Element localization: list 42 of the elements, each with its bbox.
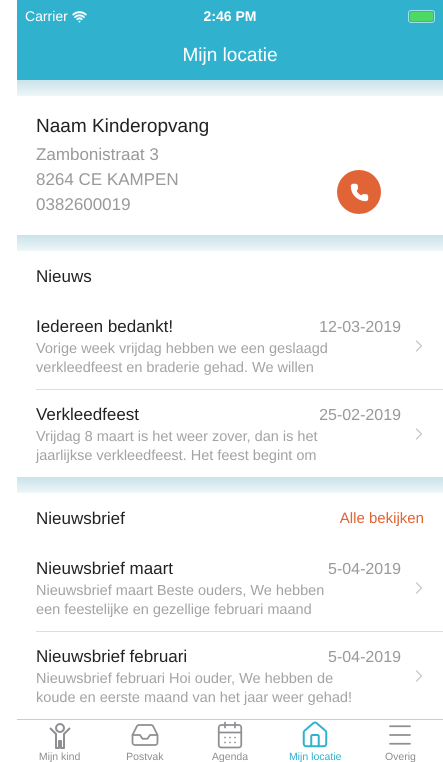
news-snippet: verkleedfeest en braderie gehad. We willen — [36, 359, 315, 378]
news-date: 5-04-2019 — [328, 648, 401, 668]
tab-item[interactable]: Mijn locatie — [272, 720, 358, 762]
news-item[interactable]: Iedereen bedankt! 12-03-2019 Vorige week vrijdag hebben we een geslaagd verkleedfeest en braderie gehad. We willen — [36, 303, 443, 390]
child-figure-icon — [46, 722, 73, 750]
address-line: 0382600019 — [36, 194, 131, 216]
tab-item[interactable]: Mijn kind — [17, 720, 102, 762]
news-snippet: Vorige week vrijdag hebben we een geslaagd — [36, 340, 329, 359]
status-time: 2:46 PM — [204, 6, 256, 26]
news-title: Nieuwsbrief maart — [36, 558, 173, 580]
news-item[interactable]: Nieuwsbrief maart 5-04-2019 Nieuwsbrief maart Beste ouders, We hebben een feestelijke en gezellige februari maand — [36, 545, 443, 632]
news-snippet: een feestelijke en gezellige februari maand — [36, 601, 313, 620]
tab-item[interactable]: Postvak — [102, 720, 188, 762]
page-title: Mijn locatie — [182, 44, 278, 68]
call-button[interactable] — [337, 170, 381, 214]
section-title: Nieuws — [36, 266, 92, 288]
carrier-label: Carrier — [25, 6, 68, 26]
news-title: Verkleedfeest — [36, 404, 140, 426]
news-snippet: Vrijdag 8 maart is het weer zover, dan is het — [36, 428, 319, 446]
tab-item[interactable]: Overig — [358, 720, 443, 762]
address-line: Zambonistraat 3 — [36, 144, 159, 166]
news-snippet: Nieuwsbrief maart Beste ouders, We hebben — [36, 582, 326, 601]
wifi-icon — [72, 8, 87, 24]
news-date: 5-04-2019 — [328, 560, 401, 580]
news-snippet: Nieuwsbrief februari Hoi ouder, We hebben de — [36, 670, 334, 688]
news-date: 12-03-2019 — [319, 318, 401, 338]
news-snippet: jaarlijkse verkleedfeest. Het feest begint om — [36, 446, 318, 466]
battery-icon — [408, 10, 436, 22]
section-title: Nieuwsbrief — [36, 508, 125, 530]
news-title: Iedereen bedankt! — [36, 316, 174, 338]
home-icon — [300, 720, 330, 750]
tab-item[interactable]: Agenda — [187, 720, 273, 762]
address-line: 8264 CE KAMPEN — [36, 169, 179, 191]
view-all-link[interactable]: Alle bekijken — [340, 508, 424, 530]
location-name: Naam Kinderopvang — [36, 115, 210, 139]
news-title: Nieuwsbrief februari — [36, 646, 188, 668]
news-snippet: koude en eerste maand van het jaar weer gehad! — [36, 688, 353, 708]
news-item[interactable]: Verkleedfeest 25-02-2019 Vrijdag 8 maart is het weer zover, dan is het jaarlijkse verkleedfeest. Het feest begint om — [36, 390, 443, 477]
phone-icon — [350, 182, 368, 202]
news-date: 25-02-2019 — [319, 406, 401, 426]
calendar-icon — [215, 720, 245, 750]
news-item[interactable]: Nieuwsbrief februari 5-04-2019 Nieuwsbrief februari Hoi ouder, We hebben de koude en eerste maand van het jaar weer gehad! — [36, 632, 443, 719]
